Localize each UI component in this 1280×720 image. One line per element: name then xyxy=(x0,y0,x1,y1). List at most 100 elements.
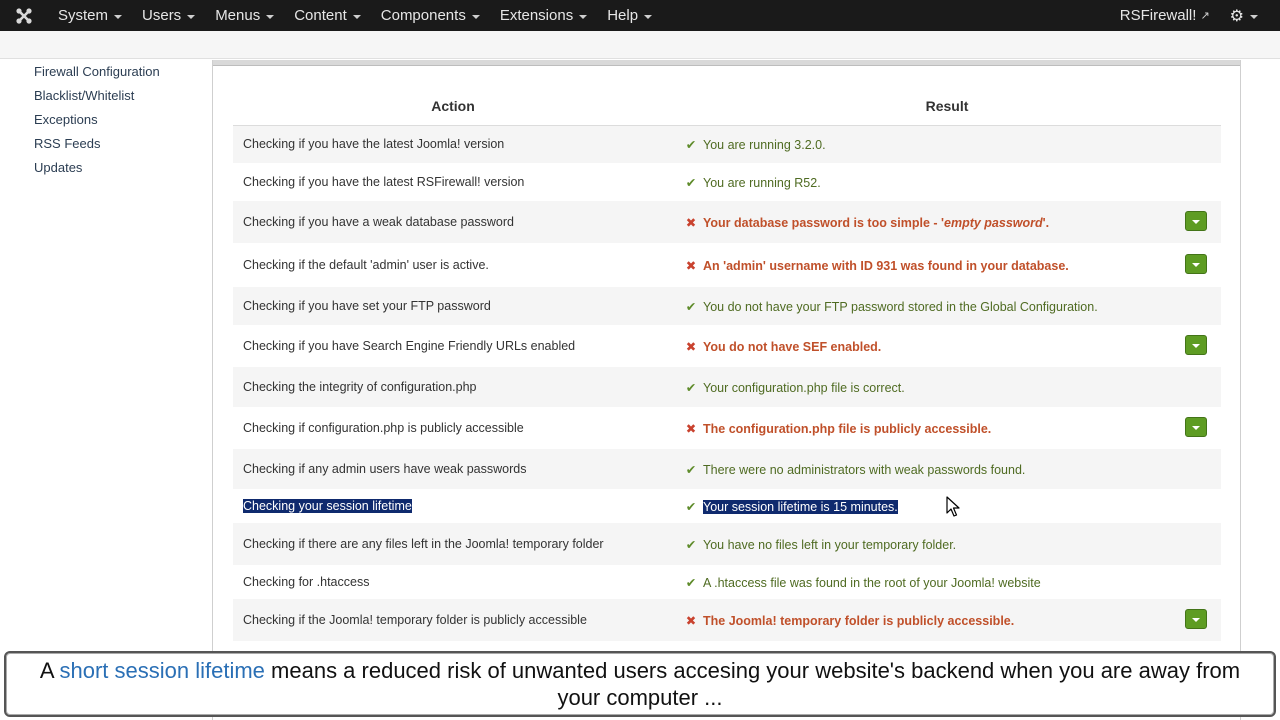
sidebar-item-firewall-configuration[interactable]: Firewall Configuration xyxy=(0,60,212,84)
action-text: Checking if you have the latest RSFirewa… xyxy=(243,175,525,189)
external-link-icon: ↗ xyxy=(1200,10,1210,22)
menu-users[interactable]: Users xyxy=(132,0,205,31)
fix-cell xyxy=(1171,243,1221,287)
result-cell: ✔ You have no files left in your temporar… xyxy=(673,523,1171,565)
caret-down-icon xyxy=(471,14,480,19)
caret-down-icon xyxy=(579,14,588,19)
caption-suffix: means a reduced risk of unwanted users a… xyxy=(264,658,1241,710)
result-cell: ✔ Your session lifetime is 15 minutes. xyxy=(673,489,1171,523)
action-cell: Checking if the default 'admin' user is … xyxy=(233,243,673,287)
result-text: The Joomla! temporary folder is publicly… xyxy=(703,614,1014,628)
checkmark-icon: ✔ xyxy=(685,137,697,152)
menu-label: Users xyxy=(142,7,182,24)
fix-dropdown-button[interactable] xyxy=(1185,608,1207,629)
menu-label: Help xyxy=(607,7,639,24)
top-navbar: System Users Menus Content Components Ex… xyxy=(0,0,1280,31)
checkmark-icon: ✔ xyxy=(685,462,697,477)
menu-label: Content xyxy=(294,7,347,24)
column-header-result: Result xyxy=(673,88,1221,126)
action-text: Checking if you have set your FTP passwo… xyxy=(243,299,491,313)
menu-extensions[interactable]: Extensions xyxy=(490,0,597,31)
cross-icon: ✖ xyxy=(685,215,697,230)
panel-top-border xyxy=(213,60,1240,66)
sidebar-item-rss-feeds[interactable]: RSS Feeds xyxy=(0,132,212,156)
cross-icon: ✖ xyxy=(685,258,697,273)
table-row: Checking if configuration.php is publicl… xyxy=(233,407,1221,449)
result-cell: ✔ You do not have your FTP password store… xyxy=(673,287,1171,325)
fix-cell xyxy=(1171,565,1221,599)
settings-menu[interactable]: ⚙ xyxy=(1220,0,1280,31)
action-text: Checking your session lifetime xyxy=(243,499,412,513)
result-message: Your database password is too simple - ' xyxy=(703,215,944,230)
result-text: Your configuration.php file is correct. xyxy=(703,381,905,395)
menu-help[interactable]: Help xyxy=(597,0,662,31)
menu-label: Components xyxy=(380,7,466,24)
result-text: You have no files left in your temporary… xyxy=(703,538,956,552)
action-cell: Checking your session lifetime xyxy=(233,489,673,523)
result-message: You are running 3.2.0. xyxy=(703,137,826,152)
fix-cell xyxy=(1171,163,1221,201)
menu-menus[interactable]: Menus xyxy=(205,0,284,31)
action-text: Checking if configuration.php is publicl… xyxy=(243,421,524,435)
caret-down-icon xyxy=(266,14,275,19)
fix-cell xyxy=(1171,325,1221,367)
result-emphasis: empty password xyxy=(944,215,1043,230)
cross-icon: ✖ xyxy=(685,339,697,354)
result-cell: ✔ A .htaccess file was found in the root … xyxy=(673,565,1171,599)
menu-system[interactable]: System xyxy=(48,0,132,31)
result-text: You do not have SEF enabled. xyxy=(703,340,881,354)
sidebar-item-blacklist-whitelist[interactable]: Blacklist/Whitelist xyxy=(0,84,212,108)
result-text: You do not have your FTP password stored… xyxy=(703,300,1098,314)
result-text: You are running R52. xyxy=(703,176,821,190)
action-text: Checking if the default 'admin' user is … xyxy=(243,258,489,272)
checkmark-icon: ✔ xyxy=(685,499,697,514)
table-row: Checking if you have Search Engine Frien… xyxy=(233,325,1221,367)
action-cell: Checking for .htaccess xyxy=(233,565,673,599)
menu-components[interactable]: Components xyxy=(371,0,490,31)
action-text: Checking if there are any files left in … xyxy=(243,537,604,551)
fix-dropdown-button[interactable] xyxy=(1185,334,1207,355)
caret-down-icon xyxy=(187,14,196,19)
action-cell: Checking if you have a weak database pas… xyxy=(233,201,673,243)
fix-dropdown-button[interactable] xyxy=(1185,253,1207,274)
result-text: The configuration.php file is publicly a… xyxy=(703,422,991,436)
action-cell: Checking if you have set your FTP passwo… xyxy=(233,287,673,325)
menu-label: System xyxy=(58,7,109,24)
fix-dropdown-button[interactable] xyxy=(1185,210,1207,231)
fix-cell xyxy=(1171,125,1221,163)
result-message: There were no administrators with weak p… xyxy=(703,462,1026,477)
menu-content[interactable]: Content xyxy=(284,0,371,31)
result-text: There were no administrators with weak p… xyxy=(703,463,1025,477)
checkmark-icon: ✔ xyxy=(685,175,697,190)
sidebar-item-exceptions[interactable]: Exceptions xyxy=(0,108,212,132)
site-link[interactable]: RSFirewall! ↗ xyxy=(1110,0,1220,31)
result-text: Your session lifetime is 15 minutes. xyxy=(703,499,898,514)
fix-cell xyxy=(1171,367,1221,407)
action-cell: Checking if configuration.php is publicl… xyxy=(233,407,673,449)
column-header-action: Action xyxy=(233,88,673,126)
fix-cell xyxy=(1171,523,1221,565)
action-text: Checking if you have a weak database pas… xyxy=(243,215,514,229)
menu-label: Extensions xyxy=(499,7,574,24)
mouse-cursor-icon xyxy=(946,496,960,517)
joomla-logo-icon[interactable] xyxy=(0,0,48,31)
fix-dropdown-button[interactable] xyxy=(1185,416,1207,437)
menu-label: Menus xyxy=(215,7,261,24)
fix-cell xyxy=(1171,287,1221,325)
sidebar-item-updates[interactable]: Updates xyxy=(0,156,212,180)
result-message: You have no files left in your temporary… xyxy=(703,537,957,552)
result-cell: ✔ Your configuration.php file is correct. xyxy=(673,367,1171,407)
result-message: An 'admin' username with ID 931 was foun… xyxy=(703,258,1069,273)
result-text: A .htaccess file was found in the root o… xyxy=(703,576,1041,590)
main-panel: Action Result Checking if you have the l… xyxy=(212,60,1241,720)
table-row: Checking if you have a weak database pas… xyxy=(233,201,1221,243)
action-text: Checking if you have Search Engine Frien… xyxy=(243,339,576,353)
action-cell: Checking if you have the latest RSFirewa… xyxy=(233,163,673,201)
action-text: Checking if you have the latest Joomla! … xyxy=(243,137,505,152)
result-message: You do not have SEF enabled. xyxy=(703,339,882,354)
table-row: Checking if there are any files left in … xyxy=(233,523,1221,565)
cross-icon: ✖ xyxy=(685,421,697,436)
result-message: The configuration.php file is publicly a… xyxy=(703,421,992,436)
table-row: Checking if any admin users have weak pa… xyxy=(233,449,1221,489)
caption-text: A short session lifetime means a reduced… xyxy=(24,657,1256,711)
